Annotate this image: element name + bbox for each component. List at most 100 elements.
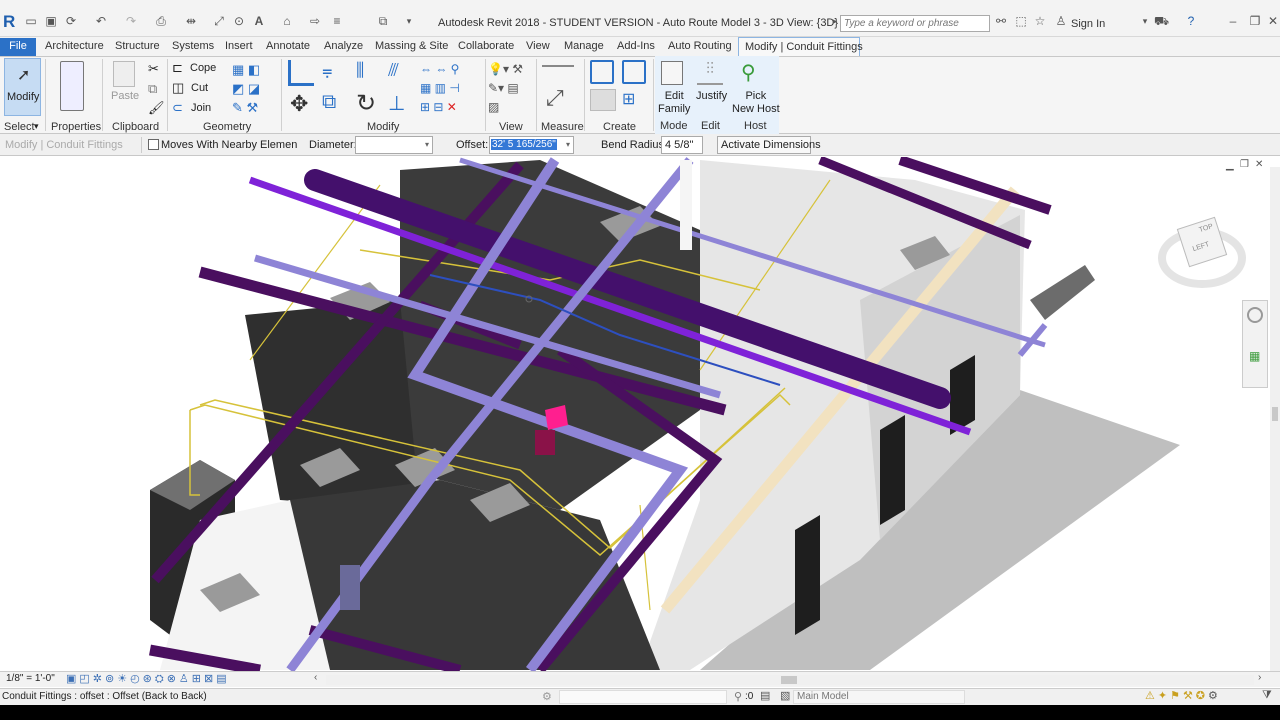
text-icon[interactable]: A (252, 14, 266, 28)
tab-auto-routing[interactable]: Auto Routing (668, 40, 732, 52)
tab-add-ins[interactable]: Add-Ins (617, 40, 655, 52)
workset-select[interactable] (559, 690, 727, 704)
section-icon[interactable]: ⇨ (308, 14, 322, 28)
cope-icon[interactable]: ⊏ (172, 60, 183, 76)
dimension-icon[interactable]: ⤢ (212, 14, 226, 28)
justify-icon[interactable]: ⫶⫶ (697, 61, 723, 85)
sign-in-dropdown-icon[interactable]: ▾ (1138, 14, 1152, 28)
measure-icon[interactable]: ⇹ (184, 14, 198, 28)
tab-manage[interactable]: Manage (564, 40, 604, 52)
steering-wheel-icon[interactable] (1247, 307, 1263, 323)
offset-input[interactable]: 32' 5 165/256" (491, 139, 557, 150)
tab-massing-site[interactable]: Massing & Site (375, 40, 448, 52)
offset-combo[interactable]: 32' 5 165/256" ▾ (489, 136, 574, 154)
print-icon[interactable]: ⎙ (154, 14, 168, 28)
redo-icon[interactable]: ↷ (124, 14, 138, 28)
modify-small-tools-icon[interactable]: ⇔ ⇔ ⚲ ▦ ▥ ⊣ ⊞ ⊟ ✕ (420, 60, 482, 116)
select-dropdown-icon[interactable]: ▾ (34, 121, 39, 132)
tab-insert[interactable]: Insert (225, 40, 253, 52)
mirror-pick-axis-icon[interactable]: ⫼ (356, 60, 378, 86)
design-option-select[interactable]: Main Model (793, 690, 965, 704)
filter-icon[interactable]: ▤ (760, 689, 770, 702)
horizontal-scrollbar[interactable] (326, 675, 1254, 685)
pick-new-host-icon[interactable]: ⚲ (741, 60, 767, 86)
aligned-dimension-icon[interactable]: ⤢ (546, 85, 564, 111)
scroll-left-icon[interactable]: ‹ (314, 672, 317, 683)
horizontal-scrollbar-thumb[interactable] (781, 676, 797, 684)
create-similar-icon[interactable]: ⊞ (622, 89, 635, 109)
3d-viewport[interactable]: LEFT TOP ▁ ❐ ✕ ▦ (0, 157, 1280, 672)
cart-icon[interactable]: ⛟ (1154, 14, 1169, 28)
cope-button[interactable]: Cope (190, 62, 216, 74)
geometry-tools-icon[interactable]: ▦ ◧ ◩ ◪ ✎ ⚒ (232, 60, 272, 116)
create-assembly-icon[interactable] (590, 60, 614, 84)
tab-modify-conduit-fittings[interactable]: Modify | Conduit Fittings (738, 37, 863, 56)
tab-collaborate[interactable]: Collaborate (458, 40, 514, 52)
modify-button[interactable]: ➚ Modify (4, 58, 41, 116)
user-icon[interactable]: ♙ (1054, 14, 1068, 28)
search-input[interactable]: Type a keyword or phrase (840, 15, 990, 32)
edit-family-button[interactable]: Edit Family (658, 90, 690, 116)
tag-icon[interactable]: ⊙ (232, 14, 246, 28)
cut-geometry-button[interactable]: Cut (191, 82, 208, 94)
view-scale[interactable]: 1/8" = 1'-0" (6, 673, 55, 684)
sign-in-link[interactable]: Sign In (1071, 18, 1105, 30)
join-icon[interactable]: ⊂ (172, 100, 183, 116)
3d-view-icon[interactable]: ⌂ (280, 14, 294, 28)
paste-button[interactable]: Paste (111, 90, 139, 103)
binoculars-icon[interactable]: ⚯ (994, 14, 1008, 28)
view-tools-icon[interactable]: 💡▾ ⚒ ✎▾ ▤ ▨ (488, 60, 534, 116)
view-control-icons[interactable]: ▣◰✲⊚☀◴⊛⛭⊗♙⊞⊠▤ (66, 672, 230, 686)
close-hidden-icon[interactable]: ⧉ (376, 14, 390, 28)
vertical-scrollbar[interactable] (1270, 167, 1280, 672)
trim-extend-icon[interactable]: ⊥ (388, 91, 405, 116)
restore-window-icon[interactable]: ❐ (1248, 14, 1262, 28)
cut-icon[interactable]: ✂ (148, 61, 159, 77)
workset-icon[interactable]: ⚙ (542, 690, 552, 703)
tab-structure[interactable]: Structure (115, 40, 160, 52)
offset-icon[interactable]: ⩦ (322, 60, 348, 86)
measure-between-icon[interactable] (542, 65, 574, 67)
tab-analyze[interactable]: Analyze (324, 40, 363, 52)
match-properties-icon[interactable]: 🖌 (148, 100, 165, 116)
tab-annotate[interactable]: Annotate (266, 40, 310, 52)
align-icon[interactable] (288, 60, 314, 86)
revit-logo[interactable]: R (3, 12, 15, 32)
undo-icon[interactable]: ↶ (94, 14, 108, 28)
viewcube[interactable]: LEFT TOP (1158, 216, 1248, 288)
properties-icon[interactable] (60, 61, 84, 111)
view-close-icon[interactable]: ✕ (1255, 159, 1263, 170)
moves-with-nearby-checkbox[interactable] (148, 139, 159, 150)
justify-button[interactable]: Justify (696, 90, 727, 103)
view-minimize-icon[interactable]: ▁ (1226, 160, 1234, 171)
edit-family-icon[interactable] (661, 61, 683, 85)
cut-geometry-icon[interactable]: ◫ (172, 80, 184, 96)
activate-dimensions-button[interactable]: Activate Dimensions (717, 136, 821, 154)
view-restore-icon[interactable]: ❐ (1240, 159, 1249, 170)
paste-icon[interactable] (113, 61, 135, 87)
editable-only-icon[interactable]: ⚲ (734, 690, 742, 703)
open-icon[interactable]: ▭ (24, 14, 38, 28)
rotate-icon[interactable]: ↻ (356, 89, 376, 118)
filter-count-icon[interactable]: ⧩ (1262, 689, 1272, 702)
scrollbar-thumb[interactable] (1272, 407, 1278, 421)
move-icon[interactable]: ✥ (290, 91, 308, 117)
navigation-bar[interactable]: ▦ (1242, 300, 1268, 388)
scroll-right-icon[interactable]: › (1258, 672, 1261, 683)
minimize-window-icon[interactable]: – (1226, 14, 1240, 28)
bend-radius-input[interactable]: 4 5/8" (661, 136, 703, 154)
model-3d-drawing[interactable] (0, 157, 1280, 672)
create-parts-icon[interactable] (622, 60, 646, 84)
copy-element-icon[interactable]: ⧉ (322, 91, 336, 114)
properties-button-label[interactable]: Properties (51, 121, 101, 133)
selection-settings-icons[interactable]: ⚠✦⚑⚒✪⚙ (1145, 689, 1221, 702)
pick-new-host-button[interactable]: Pick New Host (732, 90, 780, 116)
customize-qat-icon[interactable]: ▾ (402, 14, 416, 28)
tab-file[interactable]: File (0, 38, 36, 56)
favorite-icon[interactable]: ☆ (1033, 14, 1047, 28)
communication-icon[interactable]: ⬚ (1014, 14, 1028, 28)
thin-lines-icon[interactable]: ≡ (330, 14, 344, 28)
sync-icon[interactable]: ⟳ (64, 14, 78, 28)
tab-view[interactable]: View (526, 40, 550, 52)
help-icon[interactable]: ? (1184, 14, 1198, 28)
